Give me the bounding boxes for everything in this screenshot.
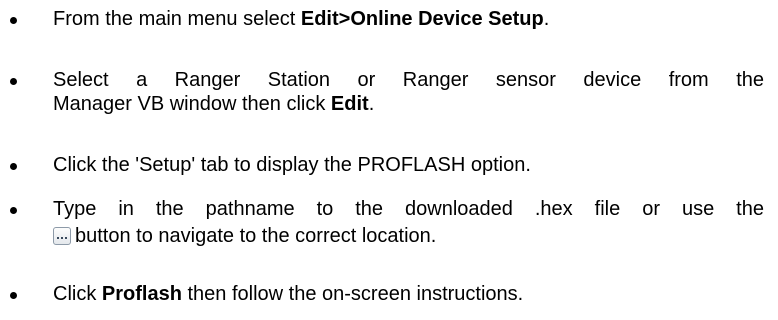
bullet-icon — [10, 78, 17, 85]
bullet-icon — [10, 17, 17, 24]
text-run: Manager VB window then click — [53, 93, 331, 115]
instruction-list: From the main menu select Edit>Online De… — [0, 0, 778, 320]
item-text: Click the 'Setup' tab to display the PRO… — [53, 154, 531, 176]
proflash-bold: Proflash — [101, 283, 182, 305]
text-run: button to navigate to the correct locati… — [75, 225, 437, 247]
bullet-icon — [10, 163, 17, 170]
edit-bold: Edit — [330, 93, 369, 115]
text-run: Click — [53, 283, 102, 305]
text-run: then follow the on-screen instructions. — [181, 283, 524, 305]
bullet-icon — [10, 292, 17, 299]
item-text-line-1: Type in the pathname to the downloaded .… — [53, 198, 764, 220]
text-run: . — [368, 93, 375, 115]
text-run: From the main menu select — [53, 8, 301, 30]
item-text: Click Proflash then follow the on-screen… — [53, 282, 523, 306]
ellipsis-button-icon — [53, 227, 71, 245]
item-text-line-2: Manager VB window then click Edit. — [53, 92, 374, 116]
item-text-line-1: Select a Ranger Station or Ranger sensor… — [53, 69, 764, 91]
menu-path-bold: Edit>Online Device Setup — [300, 8, 544, 30]
item-text: From the main menu select Edit>Online De… — [53, 7, 549, 31]
bullet-icon — [10, 207, 17, 214]
item-text-line-2: button to navigate to the correct locati… — [53, 224, 436, 248]
text-run: . — [543, 8, 550, 30]
